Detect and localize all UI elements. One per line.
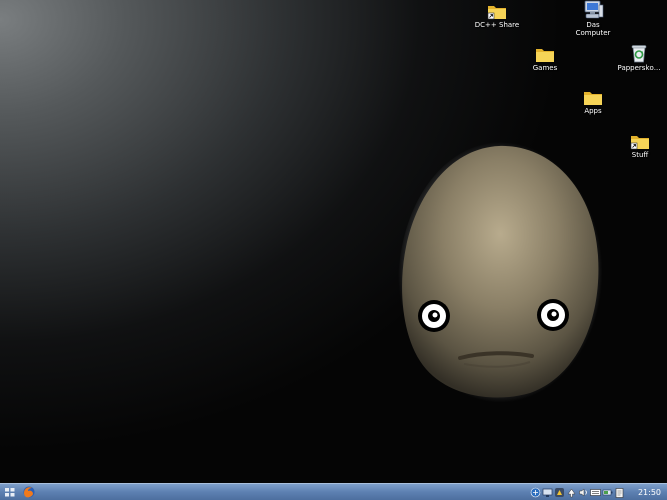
desktop-icon-label: Das Computer [575, 21, 611, 37]
folder-shortcut-icon [630, 136, 649, 150]
start-menu-icon[interactable] [4, 485, 16, 499]
keyboard-icon[interactable] [590, 487, 601, 498]
desktop[interactable]: DC++ Share Das Computer Games Papperskо.… [0, 0, 667, 483]
network-icon[interactable] [530, 487, 541, 498]
desktop-icon-games[interactable]: Games [510, 45, 580, 72]
power-icon[interactable] [602, 487, 613, 498]
desktop-icon-label: DC++ Share [474, 21, 520, 29]
desktop-icon-dcpp-share[interactable]: DC++ Share [462, 2, 532, 29]
system-tray [530, 486, 625, 499]
update-icon[interactable] [566, 487, 577, 498]
firefox-icon[interactable] [22, 485, 36, 499]
folder-icon [584, 92, 602, 105]
desktop-icon-trash[interactable]: Papperskо... [604, 43, 667, 72]
clock[interactable]: 21:50 [638, 486, 661, 499]
desktop-icon-label: Apps [584, 107, 602, 115]
desktop-icon-apps[interactable]: Apps [558, 88, 628, 115]
desktop-icon-stuff[interactable]: Stuff [605, 132, 667, 159]
app-icon[interactable] [554, 487, 565, 498]
desktop-icon-label: Papperskо... [617, 64, 661, 72]
taskbar: 21:50 [0, 483, 667, 500]
desktop-icon-das-computer[interactable]: Das Computer [558, 0, 628, 37]
folder-shortcut-icon [487, 6, 506, 20]
desktop-icon-label: Games [532, 64, 558, 72]
folder-icon [536, 49, 554, 62]
display-icon[interactable] [542, 487, 553, 498]
computer-icon [584, 0, 604, 19]
volume-icon[interactable] [578, 487, 589, 498]
trash-icon [631, 45, 647, 63]
clipboard-icon[interactable] [614, 487, 625, 498]
desktop-icon-label: Stuff [631, 151, 649, 159]
wallpaper-face-image [398, 141, 603, 403]
